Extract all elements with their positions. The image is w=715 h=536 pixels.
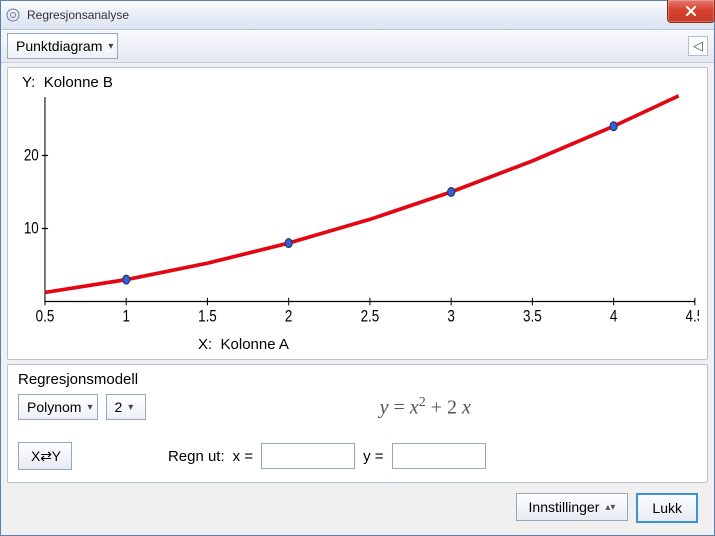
svg-text:1: 1 — [122, 308, 129, 325]
swap-xy-label: X ⇄ Y — [31, 448, 59, 465]
model-section-title: Regresjonsmodell — [18, 371, 697, 388]
model-degree-value: 2 — [115, 399, 123, 415]
x-equals-label: x = — [233, 448, 253, 465]
close-icon — [685, 6, 697, 16]
chart-type-select[interactable]: Punktdiagram ▾ — [7, 33, 118, 59]
chart-type-value: Punktdiagram — [16, 38, 102, 54]
swap-xy-button[interactable]: X ⇄ Y — [18, 442, 72, 470]
regression-formula: y = x2 + 2 x — [154, 395, 698, 420]
titlebar: Regresjonsanalyse — [1, 1, 714, 30]
settings-button[interactable]: Innstillinger ▴▾ — [516, 493, 629, 521]
chevron-down-icon: ▾ — [87, 402, 92, 413]
calc-label: Regn ut: — [168, 448, 225, 465]
close-dialog-label: Lukk — [652, 500, 682, 516]
app-window: Regresjonsanalyse Punktdiagram ▾ ◁ Y: Ko… — [0, 0, 715, 536]
panel-toggle-icon: ◁ — [693, 38, 703, 54]
svg-text:3: 3 — [447, 308, 454, 325]
footer: Innstillinger ▴▾ Lukk — [7, 487, 708, 529]
svg-text:3.5: 3.5 — [523, 308, 542, 325]
svg-text:10: 10 — [24, 220, 39, 237]
model-panel: Regresjonsmodell Polynom ▾ 2 ▾ y = x2 + … — [7, 364, 708, 483]
model-degree-select[interactable]: 2 ▾ — [106, 394, 146, 420]
svg-text:1.5: 1.5 — [198, 308, 217, 325]
y-input[interactable] — [392, 443, 486, 469]
svg-text:2: 2 — [285, 308, 292, 325]
settings-label: Innstillinger — [529, 499, 600, 515]
chevron-down-icon: ▾ — [128, 402, 133, 413]
y-axis-label: Y: Kolonne B — [22, 74, 113, 91]
svg-text:4: 4 — [610, 308, 617, 325]
updown-icon: ▴▾ — [605, 502, 615, 513]
svg-text:2.5: 2.5 — [361, 308, 380, 325]
y-equals-label: y = — [363, 448, 383, 465]
svg-text:20: 20 — [24, 147, 39, 164]
client-area: Y: Kolonne B 0.5 1 1.5 2 2.5 3 3.5 4 4.5 10 20 X: … — [1, 63, 714, 535]
panel-toggle-button[interactable]: ◁ — [688, 36, 708, 56]
x-axis-label: X: Kolonne A — [198, 336, 289, 353]
close-dialog-button[interactable]: Lukk — [636, 493, 698, 523]
model-type-select[interactable]: Polynom ▾ — [18, 394, 98, 420]
app-icon — [5, 7, 21, 23]
svg-text:0.5: 0.5 — [36, 308, 55, 325]
x-input[interactable] — [261, 443, 355, 469]
toolbar: Punktdiagram ▾ ◁ — [1, 30, 714, 63]
svg-text:4.5: 4.5 — [686, 308, 699, 325]
close-button[interactable] — [667, 0, 715, 23]
model-type-value: Polynom — [27, 399, 81, 415]
chart-canvas[interactable]: 0.5 1 1.5 2 2.5 3 3.5 4 4.5 10 20 — [16, 92, 699, 329]
chevron-down-icon: ▾ — [108, 41, 113, 52]
chart-panel: Y: Kolonne B 0.5 1 1.5 2 2.5 3 3.5 4 4.5 10 20 X: … — [7, 67, 708, 360]
window-title: Regresjonsanalyse — [27, 8, 129, 22]
